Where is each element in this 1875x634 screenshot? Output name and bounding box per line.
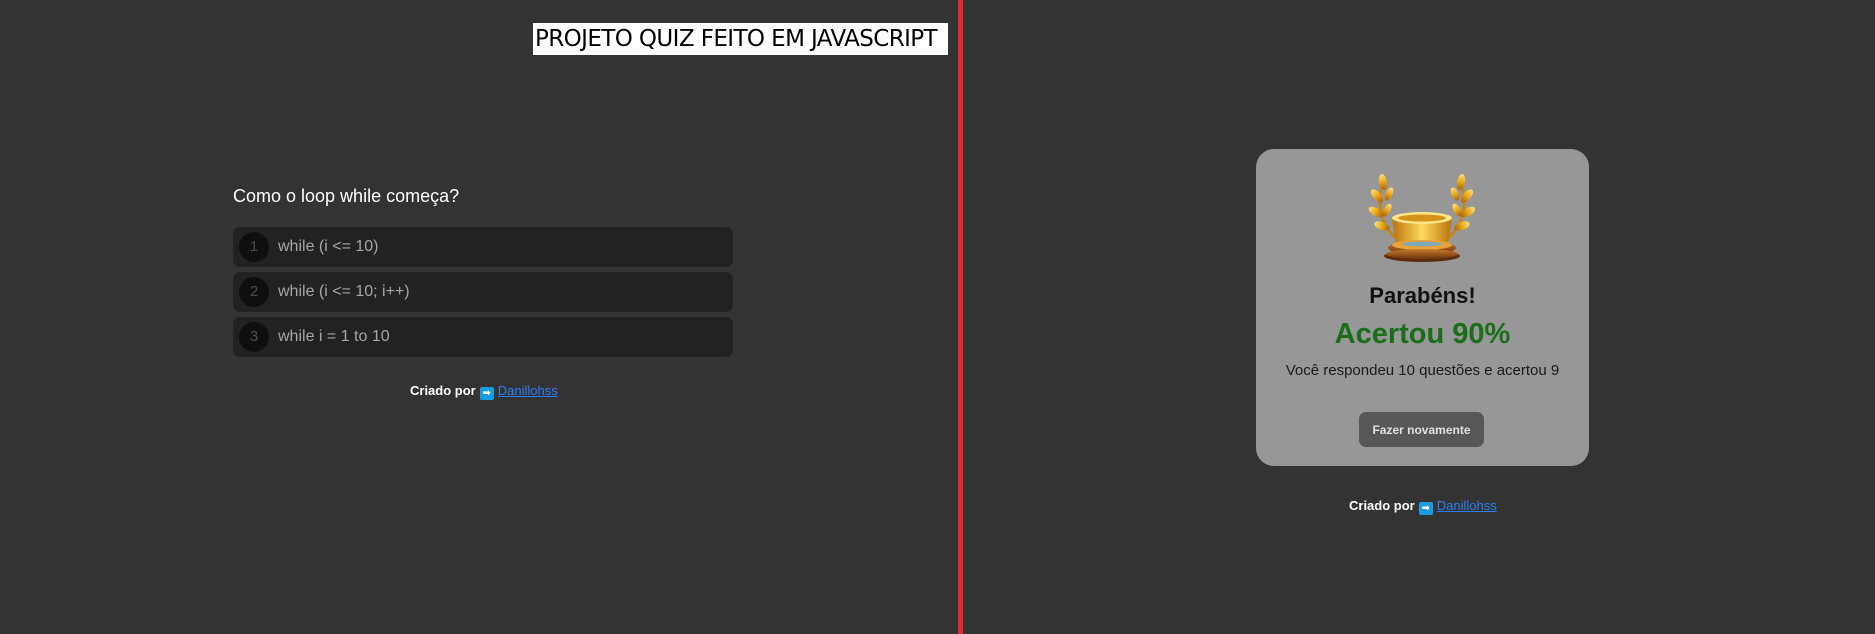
right-arrow-icon: ➡: [479, 387, 494, 400]
question-text: Como o loop while começa?: [233, 186, 460, 206]
answer-number-badge: 2: [239, 277, 269, 307]
author-link[interactable]: Danillohss: [498, 383, 558, 398]
right-arrow-icon: ➡: [1418, 502, 1433, 515]
banner-title: PROJETO QUIZ FEITO EM JAVASCRIPT: [533, 23, 948, 55]
answer-option-1[interactable]: 1 while (i <= 10): [233, 227, 733, 267]
credit-text: Criado por: [1349, 498, 1415, 513]
footer-credit: Criado por ➡ Danillohss: [410, 383, 558, 400]
answer-number-badge: 3: [239, 322, 269, 352]
answer-label: while i = 1 to 10: [278, 328, 390, 345]
page: PROJETO QUIZ FEITO EM JAVASCRIPT Como o …: [0, 0, 1875, 634]
answer-option-3[interactable]: 3 while i = 1 to 10: [233, 317, 733, 357]
answer-number-badge: 1: [239, 232, 269, 262]
answer-label: while (i <= 10; i++): [278, 283, 410, 300]
retry-button[interactable]: Fazer novamente: [1359, 412, 1484, 447]
answer-label: while (i <= 10): [278, 238, 379, 255]
answers-list: 1 while (i <= 10) 2 while (i <= 10; i++)…: [233, 227, 733, 362]
congrats-title: Parabéns!: [1369, 283, 1476, 308]
score-summary: Você respondeu 10 questões e acertou 9: [1285, 362, 1560, 379]
trophy-icon: [1368, 174, 1476, 262]
footer-credit: Criado por ➡ Danillohss: [1349, 498, 1497, 515]
author-link[interactable]: Danillohss: [1437, 498, 1497, 513]
score-percentage: Acertou 90%: [1334, 318, 1511, 350]
answer-option-2[interactable]: 2 while (i <= 10; i++): [233, 272, 733, 312]
credit-text: Criado por: [410, 383, 476, 398]
result-card: Parabéns! Acertou 90% Você respondeu 10 …: [1256, 149, 1589, 466]
